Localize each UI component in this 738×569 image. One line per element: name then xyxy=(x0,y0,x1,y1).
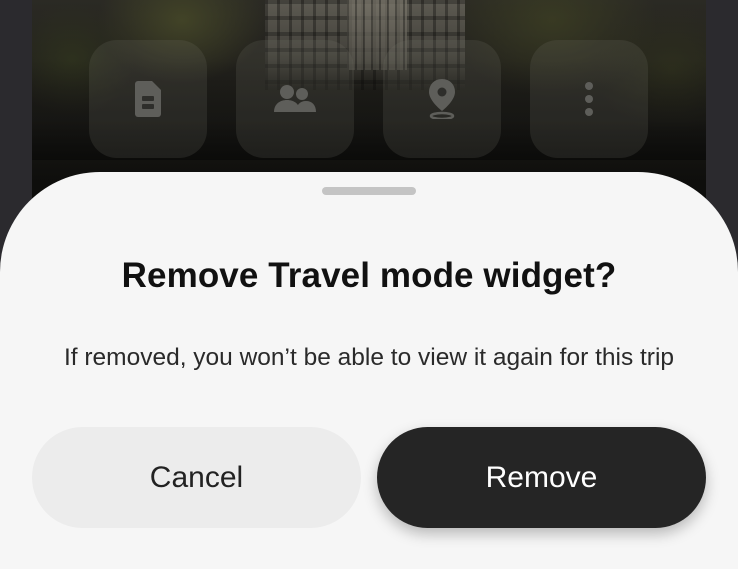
people-button[interactable] xyxy=(236,40,354,158)
people-icon xyxy=(274,85,316,112)
location-button[interactable] xyxy=(383,40,501,158)
remove-button[interactable]: Remove xyxy=(377,427,706,528)
dialog-message: If removed, you won’t be able to view it… xyxy=(63,344,675,371)
quick-actions-row xyxy=(89,40,648,158)
cancel-button[interactable]: Cancel xyxy=(32,427,361,528)
more-options-button[interactable] xyxy=(530,40,648,158)
more-vertical-icon xyxy=(585,82,593,116)
sheet-drag-handle[interactable] xyxy=(322,187,416,195)
location-pin-icon xyxy=(429,79,455,119)
dialog-title: Remove Travel mode widget? xyxy=(121,256,617,295)
sim-card-button[interactable] xyxy=(89,40,207,158)
remove-widget-bottom-sheet: Remove Travel mode widget? If removed, y… xyxy=(0,172,738,569)
sim-card-icon xyxy=(135,81,161,117)
